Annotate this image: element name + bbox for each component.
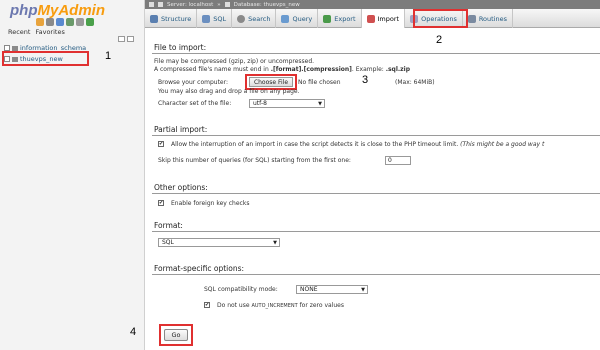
database-icon [224,2,230,7]
navigation-sidebar: phpMyAdmin Recent Favorites information_s… [0,0,145,350]
divider [152,274,600,275]
structure-icon [150,14,158,23]
db-highlight-box [2,51,89,66]
import-page: 2 File to import: File may be compressed… [145,28,600,350]
drag-drop-note: You may also drag and drop a file on any… [158,88,300,95]
export-icon [323,14,332,23]
search-icon [237,14,246,23]
main-menu: Structure SQL Search Query Export Import… [145,9,600,28]
help-icon[interactable] [56,18,64,26]
callout-4: 4 [130,326,137,338]
tab-search[interactable]: Search [232,9,277,28]
divider [152,53,600,54]
max-size: (Max: 64MiB) [395,79,435,86]
skip-queries-label: Skip this number of queries (for SQL) st… [158,157,351,164]
tab-routines[interactable]: Routines [463,9,514,28]
tab-export[interactable]: Export [318,9,362,28]
divider [152,231,600,232]
format-select[interactable]: SQL ▼ [158,238,280,247]
callout-2: 2 [436,34,443,46]
browse-label: Browse your computer: [158,79,229,86]
recent-favorites-tabs: Recent Favorites [8,28,70,36]
tab-sql[interactable]: SQL [197,9,233,28]
collapse-all-icon[interactable] [118,36,125,42]
no-file-chosen: No file chosen [298,79,341,86]
query-icon [281,14,290,23]
foreign-keys-label: Enable foreign key checks [171,200,250,207]
breadcrumb-database[interactable]: Database: thuevps_new [234,2,300,8]
routines-icon [467,14,476,23]
server-icon [158,2,163,7]
divider [152,193,600,194]
section-partial-import: Partial import: [154,125,208,134]
callout-3: 3 [362,74,369,86]
sql-icon [202,14,211,23]
foreign-keys-checkbox[interactable]: ✔ [158,200,164,206]
link-icon[interactable] [127,36,134,42]
database-icon [12,45,18,51]
section-format-specific: Format-specific options: [154,264,245,273]
auto-increment-label: Do not use AUTO_INCREMENT for zero value… [217,302,344,309]
section-other-options: Other options: [154,183,208,192]
settings-icon[interactable] [76,18,84,26]
breadcrumb: Server: localhost » Database: thuevps_ne… [145,0,600,9]
allow-interrupt-label: Allow the interruption of an import in c… [171,141,545,148]
section-file-to-import: File to import: [154,43,207,52]
breadcrumb-server[interactable]: Server: localhost [167,2,213,8]
chevron-down-icon: ▼ [273,240,277,246]
reload-icon[interactable] [86,18,94,26]
collapse-controls [118,36,134,42]
charset-select[interactable]: utf-8 ▼ [249,99,325,108]
chevron-down-icon: ▼ [318,101,322,107]
tab-structure[interactable]: Structure [145,9,198,28]
tab-favorites[interactable]: Favorites [35,28,64,36]
callout-1: 1 [105,50,112,62]
home-icon[interactable] [36,18,44,26]
compat-mode-select[interactable]: NONE ▼ [296,285,368,294]
skip-queries-input[interactable]: 0 [385,156,411,165]
quick-icons [36,18,94,26]
docs-icon[interactable] [66,18,74,26]
logout-icon[interactable] [46,18,54,26]
tab-import[interactable]: Import [361,9,406,28]
allow-interrupt-checkbox[interactable]: ✔ [158,141,164,147]
auto-increment-checkbox[interactable]: ✔ [204,302,210,308]
compression-note: File may be compressed (gzip, zip) or un… [154,58,315,65]
chevron-down-icon: ▼ [361,287,365,293]
divider [152,135,600,136]
tab-recent[interactable]: Recent [8,28,30,36]
go-button[interactable]: Go [164,329,188,341]
phpmyadmin-logo[interactable]: phpMyAdmin [10,2,105,19]
tab-query[interactable]: Query [276,9,319,28]
section-format: Format: [154,221,183,230]
arrow-icon [149,2,154,7]
import-icon [366,14,375,23]
compat-mode-label: SQL compatibility mode: [204,286,278,293]
import-highlight-box [413,9,468,28]
charset-label: Character set of the file: [158,100,232,107]
filename-note: A compressed file's name must end in .[f… [154,66,411,73]
